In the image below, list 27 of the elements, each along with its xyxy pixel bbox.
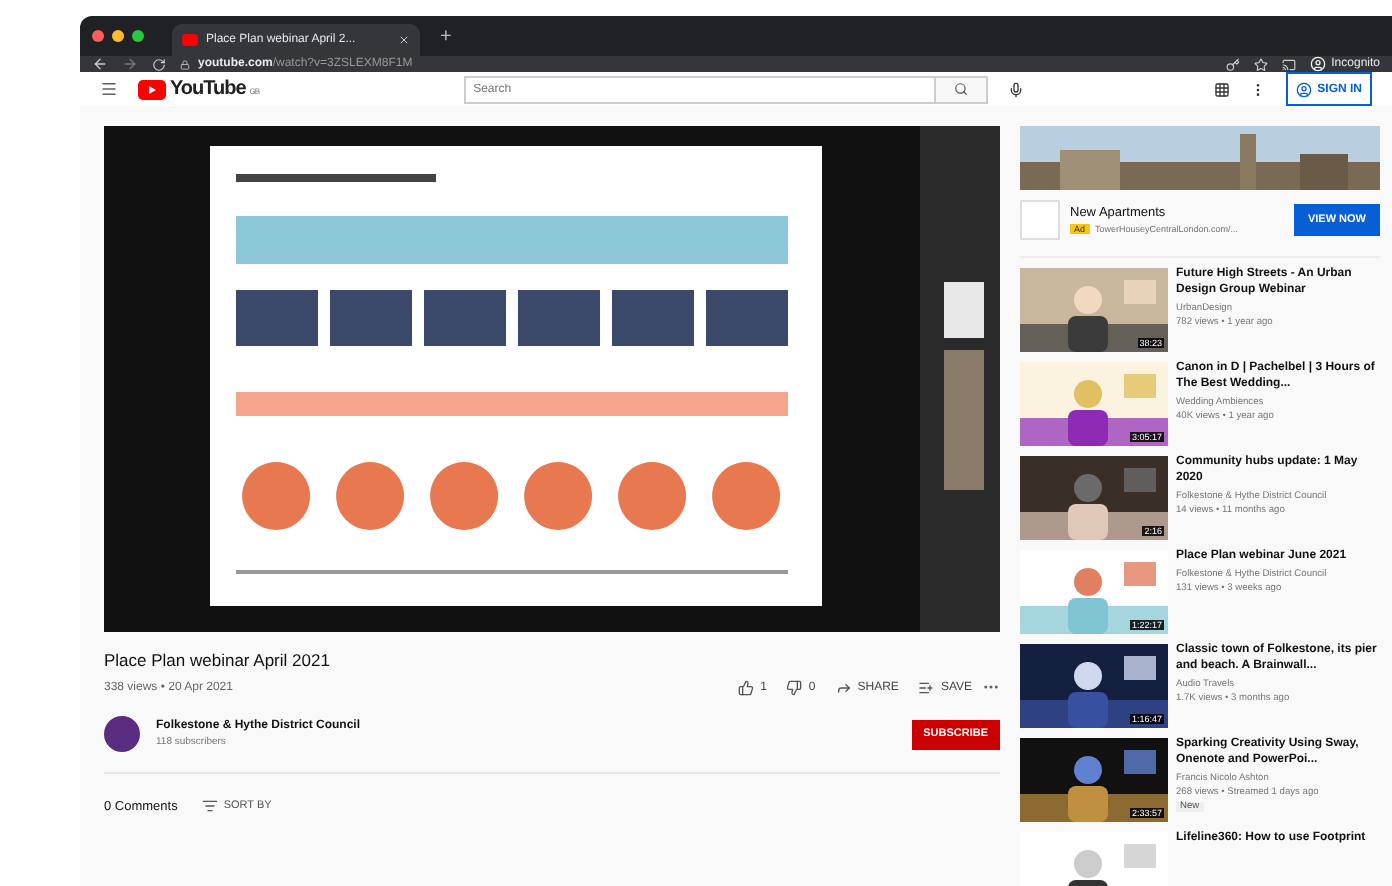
microphone-icon bbox=[1007, 81, 1024, 97]
back-icon bbox=[92, 56, 108, 72]
menu-icon bbox=[100, 80, 118, 98]
star-icon bbox=[1253, 57, 1268, 71]
key-icon bbox=[1225, 57, 1240, 71]
share-icon bbox=[835, 679, 852, 695]
thumbs-up-icon bbox=[738, 679, 755, 695]
close-icon[interactable] bbox=[398, 34, 410, 46]
reload-icon bbox=[152, 57, 166, 71]
apps-icon bbox=[1213, 81, 1230, 97]
close-window-icon[interactable] bbox=[92, 30, 104, 42]
playlist-add-icon bbox=[918, 679, 935, 695]
minimize-window-icon[interactable] bbox=[112, 30, 124, 42]
search-icon bbox=[953, 82, 968, 96]
video-title: Place Plan webinar April 2021 bbox=[104, 650, 332, 670]
search-button[interactable] bbox=[935, 75, 988, 103]
forward-icon bbox=[122, 56, 138, 72]
channel-avatar[interactable] bbox=[104, 716, 140, 752]
sort-icon bbox=[201, 798, 218, 814]
new-tab-button[interactable]: + bbox=[440, 25, 452, 47]
zoom-window-icon[interactable] bbox=[132, 30, 144, 42]
lock-icon bbox=[180, 59, 190, 69]
user-icon bbox=[1309, 56, 1326, 72]
user-icon bbox=[1295, 81, 1312, 97]
thumbs-down-icon bbox=[786, 679, 803, 695]
advertiser-logo bbox=[1020, 200, 1060, 240]
cast-icon bbox=[1281, 57, 1296, 71]
